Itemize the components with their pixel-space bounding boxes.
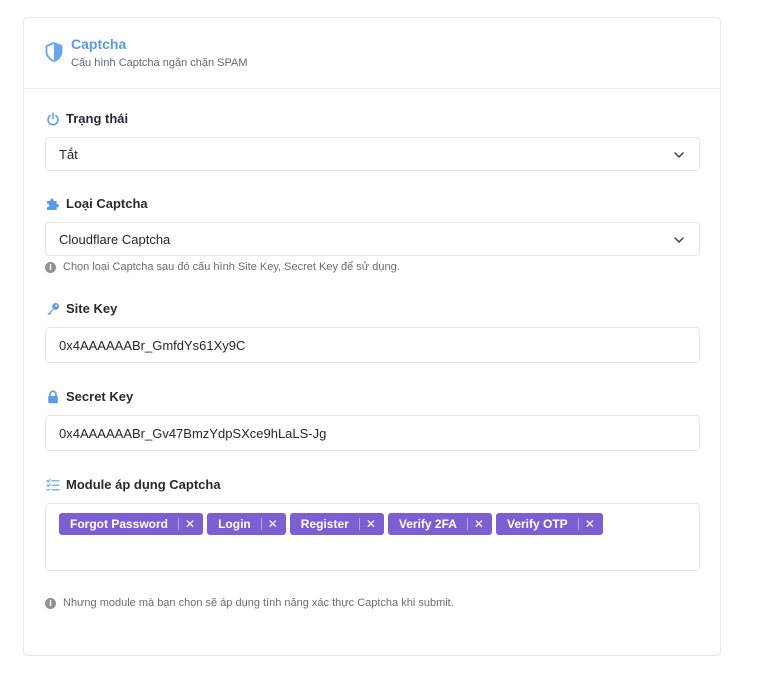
modules-label: Module áp dụng Captcha: [45, 477, 221, 492]
tag-label: Login: [218, 517, 251, 531]
chevron-down-icon: [674, 237, 684, 243]
secret-key-input[interactable]: [59, 425, 679, 441]
chevron-down-icon: [674, 152, 684, 158]
tag-label: Verify 2FA: [398, 517, 457, 531]
captcha-settings-card: Captcha Cấu hình Captcha ngăn chặn SPAM …: [23, 17, 721, 656]
site-key-input[interactable]: [59, 337, 679, 353]
secret-key-label: Secret Key: [45, 389, 133, 404]
modules-help-text: Nhưng module mà bạn chọn sẽ áp dụng tính…: [63, 597, 454, 609]
tag-login: Login ✕: [207, 513, 286, 535]
captcha-type-label: Loại Captcha: [45, 196, 148, 211]
modules-label-text: Module áp dụng Captcha: [66, 477, 221, 492]
status-select[interactable]: Tắt: [45, 137, 700, 171]
lock-icon: [47, 390, 58, 403]
key-icon: [47, 302, 59, 315]
secret-key-field[interactable]: [45, 415, 700, 451]
secret-key-label-text: Secret Key: [66, 389, 134, 404]
tag-label: Verify OTP: [506, 517, 568, 531]
site-key-label: Site Key: [45, 301, 117, 316]
tag-verify-otp: Verify OTP ✕: [495, 513, 603, 535]
shield-icon: [45, 42, 63, 62]
close-icon[interactable]: ✕: [366, 513, 384, 535]
close-icon[interactable]: ✕: [585, 513, 603, 535]
info-icon: i: [45, 597, 56, 609]
tag-label: Register: [300, 517, 349, 531]
captcha-type-help-text: Chọn loại Captcha sau đó cấu hình Site K…: [63, 261, 400, 273]
info-icon: i: [45, 261, 56, 273]
card-header: Captcha Cấu hình Captcha ngăn chặn SPAM: [24, 18, 720, 89]
modules-multiselect[interactable]: Forgot Password ✕ Login ✕ Register ✕ Ver…: [45, 503, 700, 571]
status-label-text: Trạng thái: [66, 111, 129, 126]
close-icon[interactable]: ✕: [474, 513, 492, 535]
tag-register: Register ✕: [289, 513, 384, 535]
checklist-icon: [45, 478, 60, 490]
tag-label: Forgot Password: [70, 517, 169, 531]
close-icon[interactable]: ✕: [268, 513, 286, 535]
page-subtitle: Cấu hình Captcha ngăn chặn SPAM: [71, 57, 248, 69]
status-label: Trạng thái: [45, 111, 128, 126]
site-key-label-text: Site Key: [66, 301, 118, 316]
puzzle-icon: [46, 198, 59, 210]
captcha-type-label-text: Loại Captcha: [66, 196, 148, 211]
modules-help: i Nhưng module mà bạn chọn sẽ áp dụng tí…: [45, 597, 454, 609]
power-icon: [46, 112, 59, 125]
status-select-value: Tắt: [59, 146, 78, 162]
tag-forgot-password: Forgot Password ✕: [59, 513, 204, 535]
captcha-type-select-value: Cloudflare Captcha: [59, 231, 171, 247]
site-key-field[interactable]: [45, 327, 700, 363]
close-icon[interactable]: ✕: [185, 513, 203, 535]
tag-verify-2fa: Verify 2FA ✕: [387, 513, 492, 535]
captcha-type-select[interactable]: Cloudflare Captcha: [45, 222, 700, 256]
captcha-type-help: i Chọn loại Captcha sau đó cấu hình Site…: [45, 261, 400, 273]
page-title: Captcha: [71, 36, 127, 52]
